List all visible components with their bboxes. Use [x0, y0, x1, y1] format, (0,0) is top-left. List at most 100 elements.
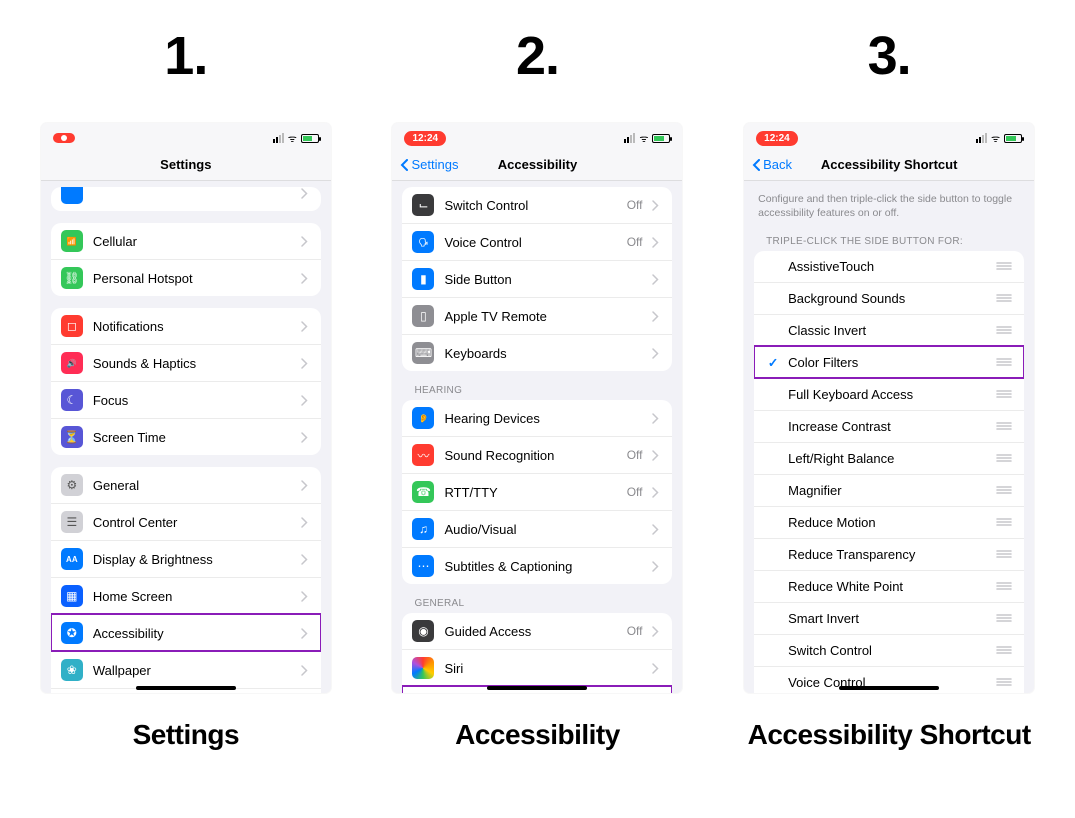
settings-row[interactable]: 🗣Voice ControlOff: [402, 223, 672, 260]
settings-row[interactable]: Siri: [402, 649, 672, 686]
settings-row[interactable]: ⌙Switch ControlOff: [402, 187, 672, 223]
settings-row-partial[interactable]: [51, 187, 321, 211]
chevron-right-icon: [301, 321, 311, 332]
drag-handle-icon[interactable]: [996, 420, 1012, 434]
cellular-signal-icon: [624, 133, 635, 143]
shortcut-option-row[interactable]: Smart Invert: [754, 602, 1024, 634]
shortcut-option-row[interactable]: Full Keyboard Access: [754, 378, 1024, 410]
step-number-2: 2.: [392, 25, 682, 87]
shortcut-option-row[interactable]: Switch Control: [754, 634, 1024, 666]
settings-row[interactable]: 📶Cellular: [51, 223, 321, 259]
back-label: Back: [763, 157, 792, 172]
section-header-hearing: HEARING: [414, 385, 682, 396]
row-icon: ⌨: [412, 342, 434, 364]
option-label: Magnifier: [788, 483, 988, 498]
drag-handle-icon[interactable]: [996, 484, 1012, 498]
settings-row[interactable]: ⌨ Keyboards: [402, 334, 672, 371]
settings-row[interactable]: ⚙General: [51, 467, 321, 503]
settings-row[interactable]: ❀Wallpaper: [51, 651, 321, 688]
settings-row[interactable]: 〰Sound RecognitionOff: [402, 436, 672, 473]
back-button[interactable]: Settings: [400, 157, 458, 172]
config-note: Configure and then triple-click the side…: [758, 193, 1020, 220]
settings-row[interactable]: ▯Apple TV Remote: [402, 297, 672, 334]
shortcut-option-row[interactable]: Left/Right Balance: [754, 442, 1024, 474]
shortcut-option-row[interactable]: Reduce Motion: [754, 506, 1024, 538]
row-label: Guided Access: [444, 624, 616, 639]
wifi-icon: ᯤ: [639, 131, 648, 145]
settings-row[interactable]: ⛓ Personal Hotspot: [51, 259, 321, 296]
settings-row[interactable]: ♫Audio/Visual: [402, 510, 672, 547]
status-icons: ᯤ: [624, 131, 670, 145]
drag-handle-icon[interactable]: [996, 452, 1012, 466]
row-icon: 〰: [412, 444, 434, 466]
shortcut-option-row[interactable]: Increase Contrast: [754, 410, 1024, 442]
row-label: Cellular: [93, 234, 291, 249]
row-icon: ✪: [61, 622, 83, 644]
option-label: Switch Control: [788, 643, 988, 658]
row-icon: ⏳: [61, 426, 83, 448]
row-label: Personal Hotspot: [93, 271, 291, 286]
drag-handle-icon[interactable]: [996, 388, 1012, 402]
chevron-right-icon: [652, 626, 662, 637]
back-button[interactable]: Back: [752, 157, 792, 172]
row-icon: ☎: [412, 481, 434, 503]
drag-handle-icon[interactable]: [996, 516, 1012, 530]
row-label: Keyboards: [444, 346, 642, 361]
row-icon: 🗣: [412, 231, 434, 253]
shortcut-option-row[interactable]: Magnifier: [754, 474, 1024, 506]
phone-screen-2: 12:24 ᯤ Settings Accessibility ⌙Switch C…: [392, 123, 682, 693]
shortcut-option-row[interactable]: AssistiveTouch: [754, 251, 1024, 282]
drag-handle-icon[interactable]: [996, 580, 1012, 594]
time-pill[interactable]: 12:24: [756, 131, 798, 146]
drag-handle-icon[interactable]: [996, 676, 1012, 690]
screen-record-pill[interactable]: [53, 133, 75, 143]
drag-handle-icon[interactable]: [996, 612, 1012, 626]
settings-row[interactable]: AADisplay & Brightness: [51, 540, 321, 577]
settings-row[interactable]: ☾Focus: [51, 381, 321, 418]
option-label: Reduce Transparency: [788, 547, 988, 562]
settings-row[interactable]: ◻Notifications: [51, 308, 321, 344]
row-label: General: [93, 478, 291, 493]
step-number-1: 1.: [41, 25, 331, 87]
row-label: Notifications: [93, 319, 291, 334]
status-icons: ᯤ: [273, 131, 319, 145]
home-indicator[interactable]: [487, 686, 587, 690]
settings-row[interactable]: ✪Accessibility: [51, 614, 321, 651]
option-label: Reduce White Point: [788, 579, 988, 594]
drag-handle-icon[interactable]: [996, 356, 1012, 370]
accessibility-shortcut-panel: 3. 12:24 ᯤ Back Accessibility Shortcut C…: [744, 25, 1034, 693]
settings-row[interactable]: ☰ Control Center: [51, 503, 321, 540]
drag-handle-icon[interactable]: [996, 548, 1012, 562]
drag-handle-icon[interactable]: [996, 260, 1012, 274]
settings-row[interactable]: ▮Side Button: [402, 260, 672, 297]
row-icon: [412, 657, 434, 679]
row-icon: ▯: [412, 305, 434, 327]
row-label: Audio/Visual: [444, 522, 642, 537]
row-icon: ⛓: [61, 267, 83, 289]
row-icon: ☰: [61, 511, 83, 533]
drag-handle-icon[interactable]: [996, 324, 1012, 338]
option-label: Reduce Motion: [788, 515, 988, 530]
shortcut-option-row[interactable]: Reduce White Point: [754, 570, 1024, 602]
row-label: Control Center: [93, 515, 291, 530]
settings-row[interactable]: ☎RTT/TTYOff: [402, 473, 672, 510]
nav-bar: Settings: [41, 149, 331, 181]
caption-3: Accessibility Shortcut: [744, 719, 1034, 751]
time-pill[interactable]: 12:24: [404, 131, 446, 146]
settings-row[interactable]: ⋯Subtitles & Captioning: [402, 547, 672, 584]
settings-row[interactable]: 👂Hearing Devices: [402, 400, 672, 436]
row-detail: Off: [627, 235, 643, 249]
settings-row[interactable]: ▦Home Screen: [51, 577, 321, 614]
shortcut-option-row[interactable]: ✓Color Filters: [754, 346, 1024, 378]
drag-handle-icon[interactable]: [996, 644, 1012, 658]
shortcut-option-row[interactable]: Reduce Transparency: [754, 538, 1024, 570]
settings-row[interactable]: ⏳Screen Time: [51, 418, 321, 455]
drag-handle-icon[interactable]: [996, 292, 1012, 306]
shortcut-option-row[interactable]: Background Sounds: [754, 282, 1024, 314]
home-indicator[interactable]: [839, 686, 939, 690]
shortcut-option-row[interactable]: Classic Invert: [754, 314, 1024, 346]
home-indicator[interactable]: [136, 686, 236, 690]
settings-row[interactable]: 🔊Sounds & Haptics: [51, 344, 321, 381]
settings-row[interactable]: ◉Guided AccessOff: [402, 613, 672, 649]
chevron-right-icon: [652, 413, 662, 424]
